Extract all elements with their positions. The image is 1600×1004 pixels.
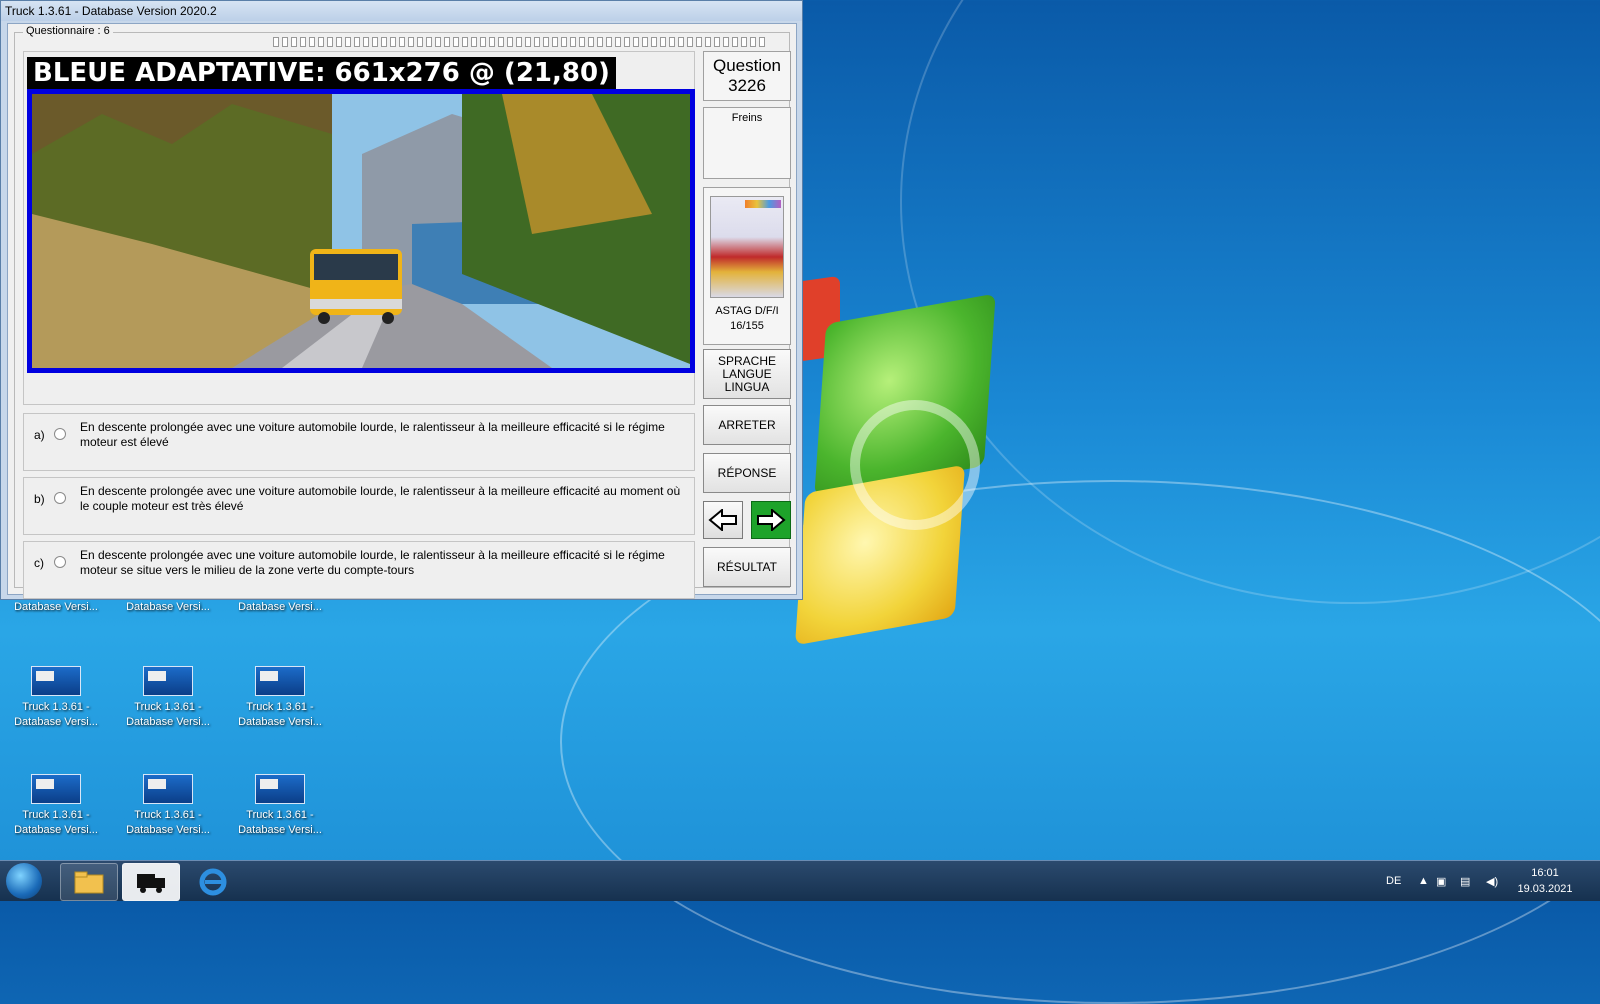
image-caption: BLEUE ADAPTATIVE: 661x276 @ (21,80)	[27, 57, 616, 89]
answer-radio-b[interactable]	[54, 492, 66, 504]
stop-button[interactable]: ARRETER	[703, 405, 791, 445]
clock-time: 16:01	[1531, 867, 1559, 879]
app-window: Truck 1.3.61 - Database Version 2020.2 Q…	[0, 0, 803, 600]
desktop-icon[interactable]: Truck 1.3.61 - Database Versi...	[6, 774, 106, 838]
truck-app-icon	[31, 666, 81, 696]
language-label-it: LINGUA	[724, 379, 770, 394]
answer-option-c[interactable]: c) En descente prolongée avec une voitur…	[23, 541, 695, 599]
desktop-icon-label: Database Versi...	[14, 716, 98, 728]
previous-button[interactable]	[703, 501, 743, 539]
volume-icon[interactable]: ◀)	[1486, 861, 1498, 901]
desktop-icon-label: Truck 1.3.61 -	[246, 809, 314, 821]
question-label: Question	[712, 56, 782, 75]
desktop-icon-label: Database Versi...	[126, 601, 210, 613]
desktop-icon-label: Truck 1.3.61 -	[134, 809, 202, 821]
answer-letter: a)	[34, 428, 45, 442]
language-indicator[interactable]: DE	[1386, 861, 1401, 901]
taskbar-clock[interactable]: 16:01 19.03.2021	[1510, 865, 1580, 897]
desktop-icon[interactable]: Database Versi...	[230, 600, 330, 615]
taskbar: DE ▲ ▣ ▤ ◀) 16:01 19.03.2021	[0, 860, 1600, 901]
desktop-icon-label: Database Versi...	[14, 824, 98, 836]
internet-explorer-icon	[199, 868, 227, 896]
desktop-icon-label: Database Versi...	[238, 824, 322, 836]
desktop-icon[interactable]: Database Versi...	[6, 600, 106, 615]
answer-option-a[interactable]: a) En descente prolongée avec une voitur…	[23, 413, 695, 471]
arrow-right-icon	[757, 509, 786, 531]
question-category: Freins	[731, 112, 763, 124]
desktop-icon-label: Truck 1.3.61 -	[22, 701, 90, 713]
truck-app-icon	[255, 774, 305, 804]
answer-radio-a[interactable]	[54, 428, 66, 440]
answer-text: En descente prolongée avec une voiture a…	[80, 420, 665, 449]
desktop-icon[interactable]: Truck 1.3.61 - Database Versi...	[230, 666, 330, 730]
desktop-icon[interactable]: Truck 1.3.61 - Database Versi...	[118, 774, 218, 838]
book-cover-image	[710, 196, 784, 298]
taskbar-internet-explorer[interactable]	[184, 863, 242, 901]
answer-button[interactable]: RÉPONSE	[703, 453, 791, 493]
folder-icon	[74, 871, 104, 894]
taskbar-truck-app[interactable]	[122, 863, 180, 901]
desktop-icon-label: Truck 1.3.61 -	[134, 701, 202, 713]
question-number: 3226	[728, 76, 766, 95]
result-button[interactable]: RÉSULTAT	[703, 547, 791, 587]
answer-letter: b)	[34, 492, 45, 506]
desktop-icon-label: Database Versi...	[126, 824, 210, 836]
language-button[interactable]: SPRACHE LANGUE LINGUA	[703, 349, 791, 399]
book-pages: 16/155	[730, 320, 764, 332]
question-category-box: Freins	[703, 107, 791, 179]
desktop-icon-label: Database Versi...	[238, 716, 322, 728]
desktop-icon[interactable]: Database Versi...	[118, 600, 218, 615]
question-number-box: Question 3226	[703, 51, 791, 101]
device-icon[interactable]: ▣	[1436, 861, 1446, 901]
questionnaire-label: Questionnaire : 6	[23, 25, 113, 37]
truck-app-icon	[255, 666, 305, 696]
desktop-icon-label: Database Versi...	[238, 601, 322, 613]
truck-app-icon	[143, 774, 193, 804]
desktop-icon-label: Database Versi...	[126, 716, 210, 728]
next-button[interactable]	[751, 501, 791, 539]
truck-app-icon	[31, 774, 81, 804]
question-progress-strip	[273, 37, 793, 47]
truck-app-icon	[143, 666, 193, 696]
desktop-icon[interactable]: Truck 1.3.61 - Database Versi...	[230, 774, 330, 838]
window-title[interactable]: Truck 1.3.61 - Database Version 2020.2	[1, 1, 802, 21]
language-label-de: SPRACHE	[717, 353, 776, 368]
truck-icon	[137, 874, 165, 893]
taskbar-explorer[interactable]	[60, 863, 118, 901]
answer-text: En descente prolongée avec une voiture a…	[80, 548, 665, 577]
network-icon[interactable]: ▤	[1460, 861, 1470, 901]
desktop-icon-label: Database Versi...	[14, 601, 98, 613]
window-client: Questionnaire : 6 BLEUE ADAPTATIVE: 661x…	[7, 23, 797, 599]
desktop-icon-label: Truck 1.3.61 -	[22, 809, 90, 821]
arrow-left-icon	[708, 509, 737, 531]
clock-date: 19.03.2021	[1517, 883, 1573, 895]
answer-text: En descente prolongée avec une voiture a…	[80, 484, 681, 513]
language-label-fr: LANGUE	[722, 366, 772, 381]
desktop-icon[interactable]: Truck 1.3.61 - Database Versi...	[6, 666, 106, 730]
answer-letter: c)	[34, 556, 44, 570]
answer-radio-c[interactable]	[54, 556, 66, 568]
windows-logo-glow	[850, 400, 980, 530]
reference-book-box: ASTAG D/F/I 16/155	[703, 187, 791, 345]
question-photo	[27, 89, 695, 373]
desktop-icon[interactable]: Truck 1.3.61 - Database Versi...	[118, 666, 218, 730]
book-title: ASTAG D/F/I	[715, 305, 779, 317]
show-hidden-icons-button[interactable]: ▲	[1418, 861, 1429, 901]
desktop-icon-label: Truck 1.3.61 -	[246, 701, 314, 713]
answer-option-b[interactable]: b) En descente prolongée avec une voitur…	[23, 477, 695, 535]
start-button[interactable]	[6, 863, 42, 899]
questionnaire-group: Questionnaire : 6 BLEUE ADAPTATIVE: 661x…	[14, 25, 793, 599]
